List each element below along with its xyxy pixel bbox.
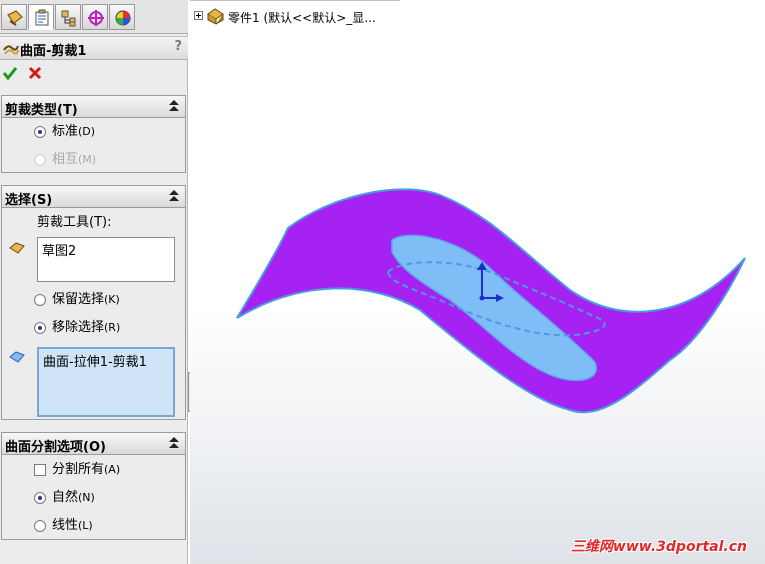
natural-label: 自然	[52, 490, 79, 505]
keep-label: 保留选择	[52, 292, 105, 307]
feature-manager-icon	[7, 10, 23, 26]
checkbox-icon	[34, 464, 46, 476]
surface-split-options-title: 曲面分割选项(O)	[5, 440, 106, 455]
radio-icon	[34, 322, 46, 334]
mutual-hotkey: (M)	[78, 153, 97, 166]
split-all-label: 分割所有	[52, 462, 105, 477]
trim-tool-label: 剪裁工具(T):	[37, 215, 112, 230]
surface-trim-icon	[3, 45, 19, 55]
selection-flag-icon	[9, 242, 25, 254]
manager-tab-strip	[0, 0, 188, 34]
trim-type-group-header[interactable]: 剪裁类型(T)	[2, 96, 185, 118]
standard-hotkey: (D)	[78, 125, 96, 138]
configuration-manager-icon	[61, 10, 76, 27]
display-manager-icon	[115, 10, 131, 26]
collapse-icon[interactable]	[167, 435, 181, 451]
pieces-item[interactable]: 曲面-拉伸1-剪裁1	[43, 351, 147, 370]
ok-check-icon[interactable]	[2, 65, 18, 81]
dimxpert-icon	[88, 10, 104, 26]
surface-model-view[interactable]	[190, 0, 765, 564]
selection-pieces-icon	[9, 351, 25, 363]
feature-manager-tab[interactable]	[1, 4, 27, 30]
cancel-x-icon[interactable]	[27, 65, 43, 81]
property-manager-title: 曲面-剪裁1	[20, 44, 87, 59]
dimxpert-tab[interactable]	[82, 4, 108, 30]
property-manager-tab[interactable]	[28, 4, 54, 30]
radio-icon	[34, 154, 46, 166]
linear-label: 线性	[52, 518, 79, 533]
radio-icon	[34, 520, 46, 532]
property-manager-panel: 曲面-剪裁1 ? 剪裁类型(T) 标准(D) 相互(M) 选择(S) 剪裁工具(…	[0, 0, 188, 564]
keep-hotkey: (K)	[104, 293, 120, 306]
help-button[interactable]: ?	[174, 39, 182, 54]
radio-icon	[34, 294, 46, 306]
mutual-label: 相互	[52, 152, 79, 167]
configuration-manager-tab[interactable]	[55, 4, 81, 30]
selection-title: 选择(S)	[5, 193, 53, 208]
trim-type-group: 剪裁类型(T) 标准(D) 相互(M)	[1, 95, 186, 173]
pieces-selection-box[interactable]: 曲面-拉伸1-剪裁1	[37, 347, 175, 417]
radio-icon	[34, 126, 46, 138]
selection-group: 选择(S) 剪裁工具(T): 草图2 保留选择(K) 移除选择(R) 曲面-拉伸…	[1, 185, 186, 420]
remove-hotkey: (R)	[104, 321, 121, 334]
surface-split-options-header[interactable]: 曲面分割选项(O)	[2, 433, 185, 455]
property-manager-icon	[35, 9, 49, 26]
trim-tool-selection-box[interactable]: 草图2	[37, 237, 175, 282]
remove-label: 移除选择	[52, 320, 105, 335]
selection-group-header[interactable]: 选择(S)	[2, 186, 185, 208]
natural-hotkey: (N)	[78, 491, 95, 504]
split-all-hotkey: (A)	[104, 463, 121, 476]
collapse-icon[interactable]	[167, 98, 181, 114]
standard-label: 标准	[52, 124, 79, 139]
radio-icon	[34, 492, 46, 504]
surface-split-options-group: 曲面分割选项(O) 分割所有(A) 自然(N) 线性(L)	[1, 432, 186, 540]
collapse-icon[interactable]	[167, 188, 181, 204]
watermark-text: 三维网www.3dportal.cn	[570, 539, 747, 555]
property-manager-header: 曲面-剪裁1 ?	[0, 36, 188, 60]
trim-tool-item[interactable]: 草图2	[42, 240, 76, 259]
display-manager-tab[interactable]	[109, 4, 135, 30]
trim-type-title: 剪裁类型(T)	[5, 103, 78, 118]
linear-hotkey: (L)	[78, 519, 93, 532]
